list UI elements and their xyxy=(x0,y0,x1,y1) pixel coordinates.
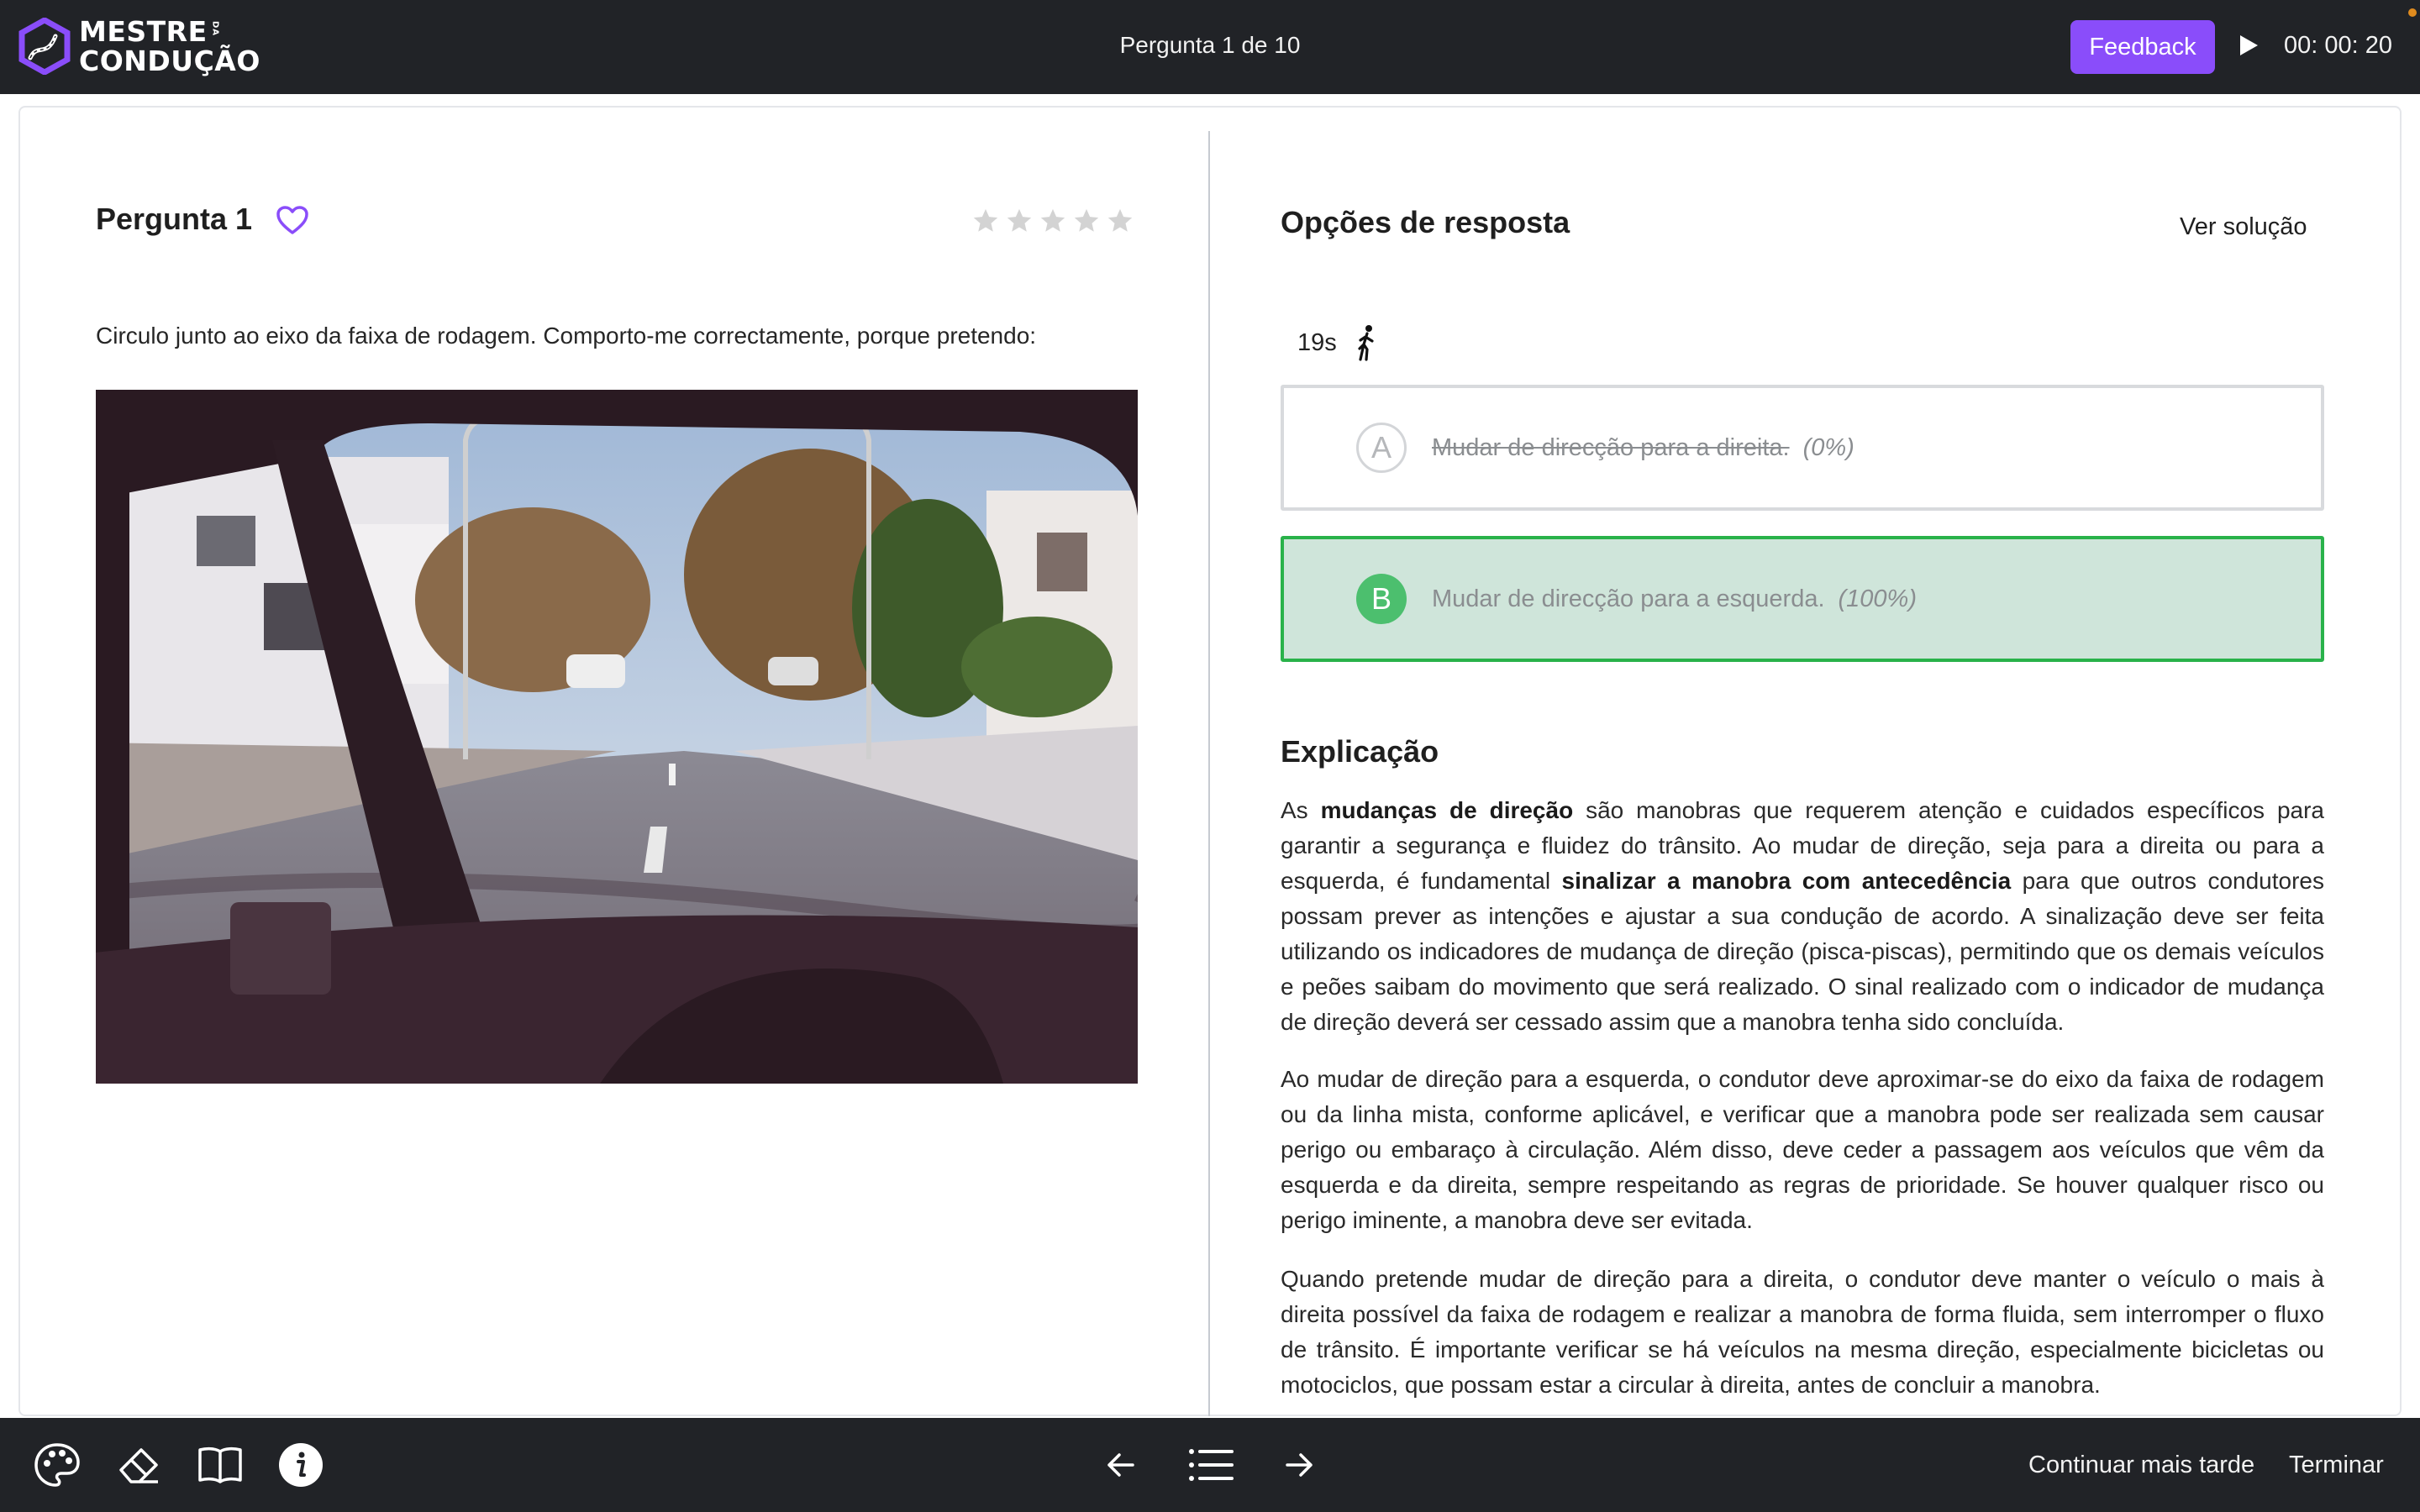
previous-question-button[interactable] xyxy=(1096,1440,1146,1490)
app-logo[interactable]: MESTRE DA CONDUÇÃO xyxy=(18,17,260,76)
eraser-icon xyxy=(119,1448,158,1483)
see-solution-button[interactable]: Ver solução xyxy=(2180,213,2307,241)
bottom-bar: Continuar mais tarde Terminar xyxy=(0,1418,2420,1512)
walking-person-icon xyxy=(1358,325,1374,361)
question-image xyxy=(96,390,1138,1084)
question-counter: Pergunta 1 de 10 xyxy=(1119,32,1301,58)
info-icon xyxy=(279,1443,323,1487)
play-icon xyxy=(2240,34,2258,55)
explanation-paragraph-1: As mudanças de direção são manobras que … xyxy=(1281,793,2324,1040)
option-percent: (0%) xyxy=(1802,433,1854,461)
feedback-button[interactable]: Feedback xyxy=(2070,20,2215,74)
explanation-paragraph-2: Ao mudar de direção para a esquerda, o c… xyxy=(1281,1066,2324,1233)
answer-option-a[interactable]: A Mudar de direcção para a direita. (0%) xyxy=(1281,385,2324,511)
option-text: Mudar de direcção para a esquerda. xyxy=(1432,585,1825,612)
play-button[interactable] xyxy=(2235,32,2262,60)
star-icon[interactable] xyxy=(1106,207,1134,235)
logo-line1: MESTRE xyxy=(79,15,208,48)
palette-button[interactable] xyxy=(32,1440,82,1490)
rating-stars[interactable] xyxy=(971,207,1134,235)
top-bar: MESTRE DA CONDUÇÃO Pergunta 1 de 10 Feedb… xyxy=(0,0,2420,94)
column-divider xyxy=(1208,131,1210,1416)
answer-option-b[interactable]: B Mudar de direcção para a esquerda. (10… xyxy=(1281,536,2324,662)
next-question-button[interactable] xyxy=(1274,1440,1324,1490)
logo-sub: DA xyxy=(210,21,220,37)
text-run: As xyxy=(1281,797,1321,823)
question-list-button[interactable] xyxy=(1185,1440,1235,1490)
notification-dot xyxy=(2408,8,2417,17)
option-letter: B xyxy=(1356,574,1407,624)
logo-text: MESTRE DA CONDUÇÃO xyxy=(79,18,260,75)
list-icon xyxy=(1189,1449,1234,1481)
answer-options-title: Opções de resposta xyxy=(1281,205,1570,239)
info-button[interactable] xyxy=(276,1440,326,1490)
book-button[interactable] xyxy=(195,1440,245,1490)
logo-mark-icon xyxy=(18,18,71,75)
star-icon[interactable] xyxy=(1072,207,1101,235)
option-text: Mudar de direcção para a direita. xyxy=(1432,433,1790,461)
question-text: Circulo junto ao eixo da faixa de rodage… xyxy=(96,323,1037,349)
eraser-button[interactable] xyxy=(114,1440,165,1490)
bold-run: mudanças de direção xyxy=(1320,797,1574,823)
star-icon[interactable] xyxy=(971,207,1000,235)
heart-icon[interactable] xyxy=(276,205,309,235)
logo-line2: CONDUÇÃO xyxy=(79,45,260,77)
book-icon xyxy=(198,1446,242,1483)
star-icon[interactable] xyxy=(1039,207,1067,235)
arrow-right-icon xyxy=(1286,1453,1313,1477)
continue-later-button[interactable]: Continuar mais tarde xyxy=(2028,1452,2254,1479)
question-title: Pergunta 1 xyxy=(96,202,253,236)
palette-icon xyxy=(34,1443,80,1487)
bold-run: sinalizar a manobra com antecedência xyxy=(1561,868,2012,894)
option-letter: A xyxy=(1356,423,1407,473)
option-percent: (100%) xyxy=(1838,585,1918,612)
timer: 00: 00: 20 xyxy=(2284,32,2392,59)
explanation-title: Explicação xyxy=(1281,734,1439,769)
time-left: 19s xyxy=(1297,329,1337,356)
explanation-paragraph-3: Quando pretende mudar de direção para a … xyxy=(1281,1266,2324,1398)
star-icon[interactable] xyxy=(1005,207,1034,235)
arrow-left-icon xyxy=(1107,1453,1134,1477)
finish-button[interactable]: Terminar xyxy=(2289,1452,2384,1479)
